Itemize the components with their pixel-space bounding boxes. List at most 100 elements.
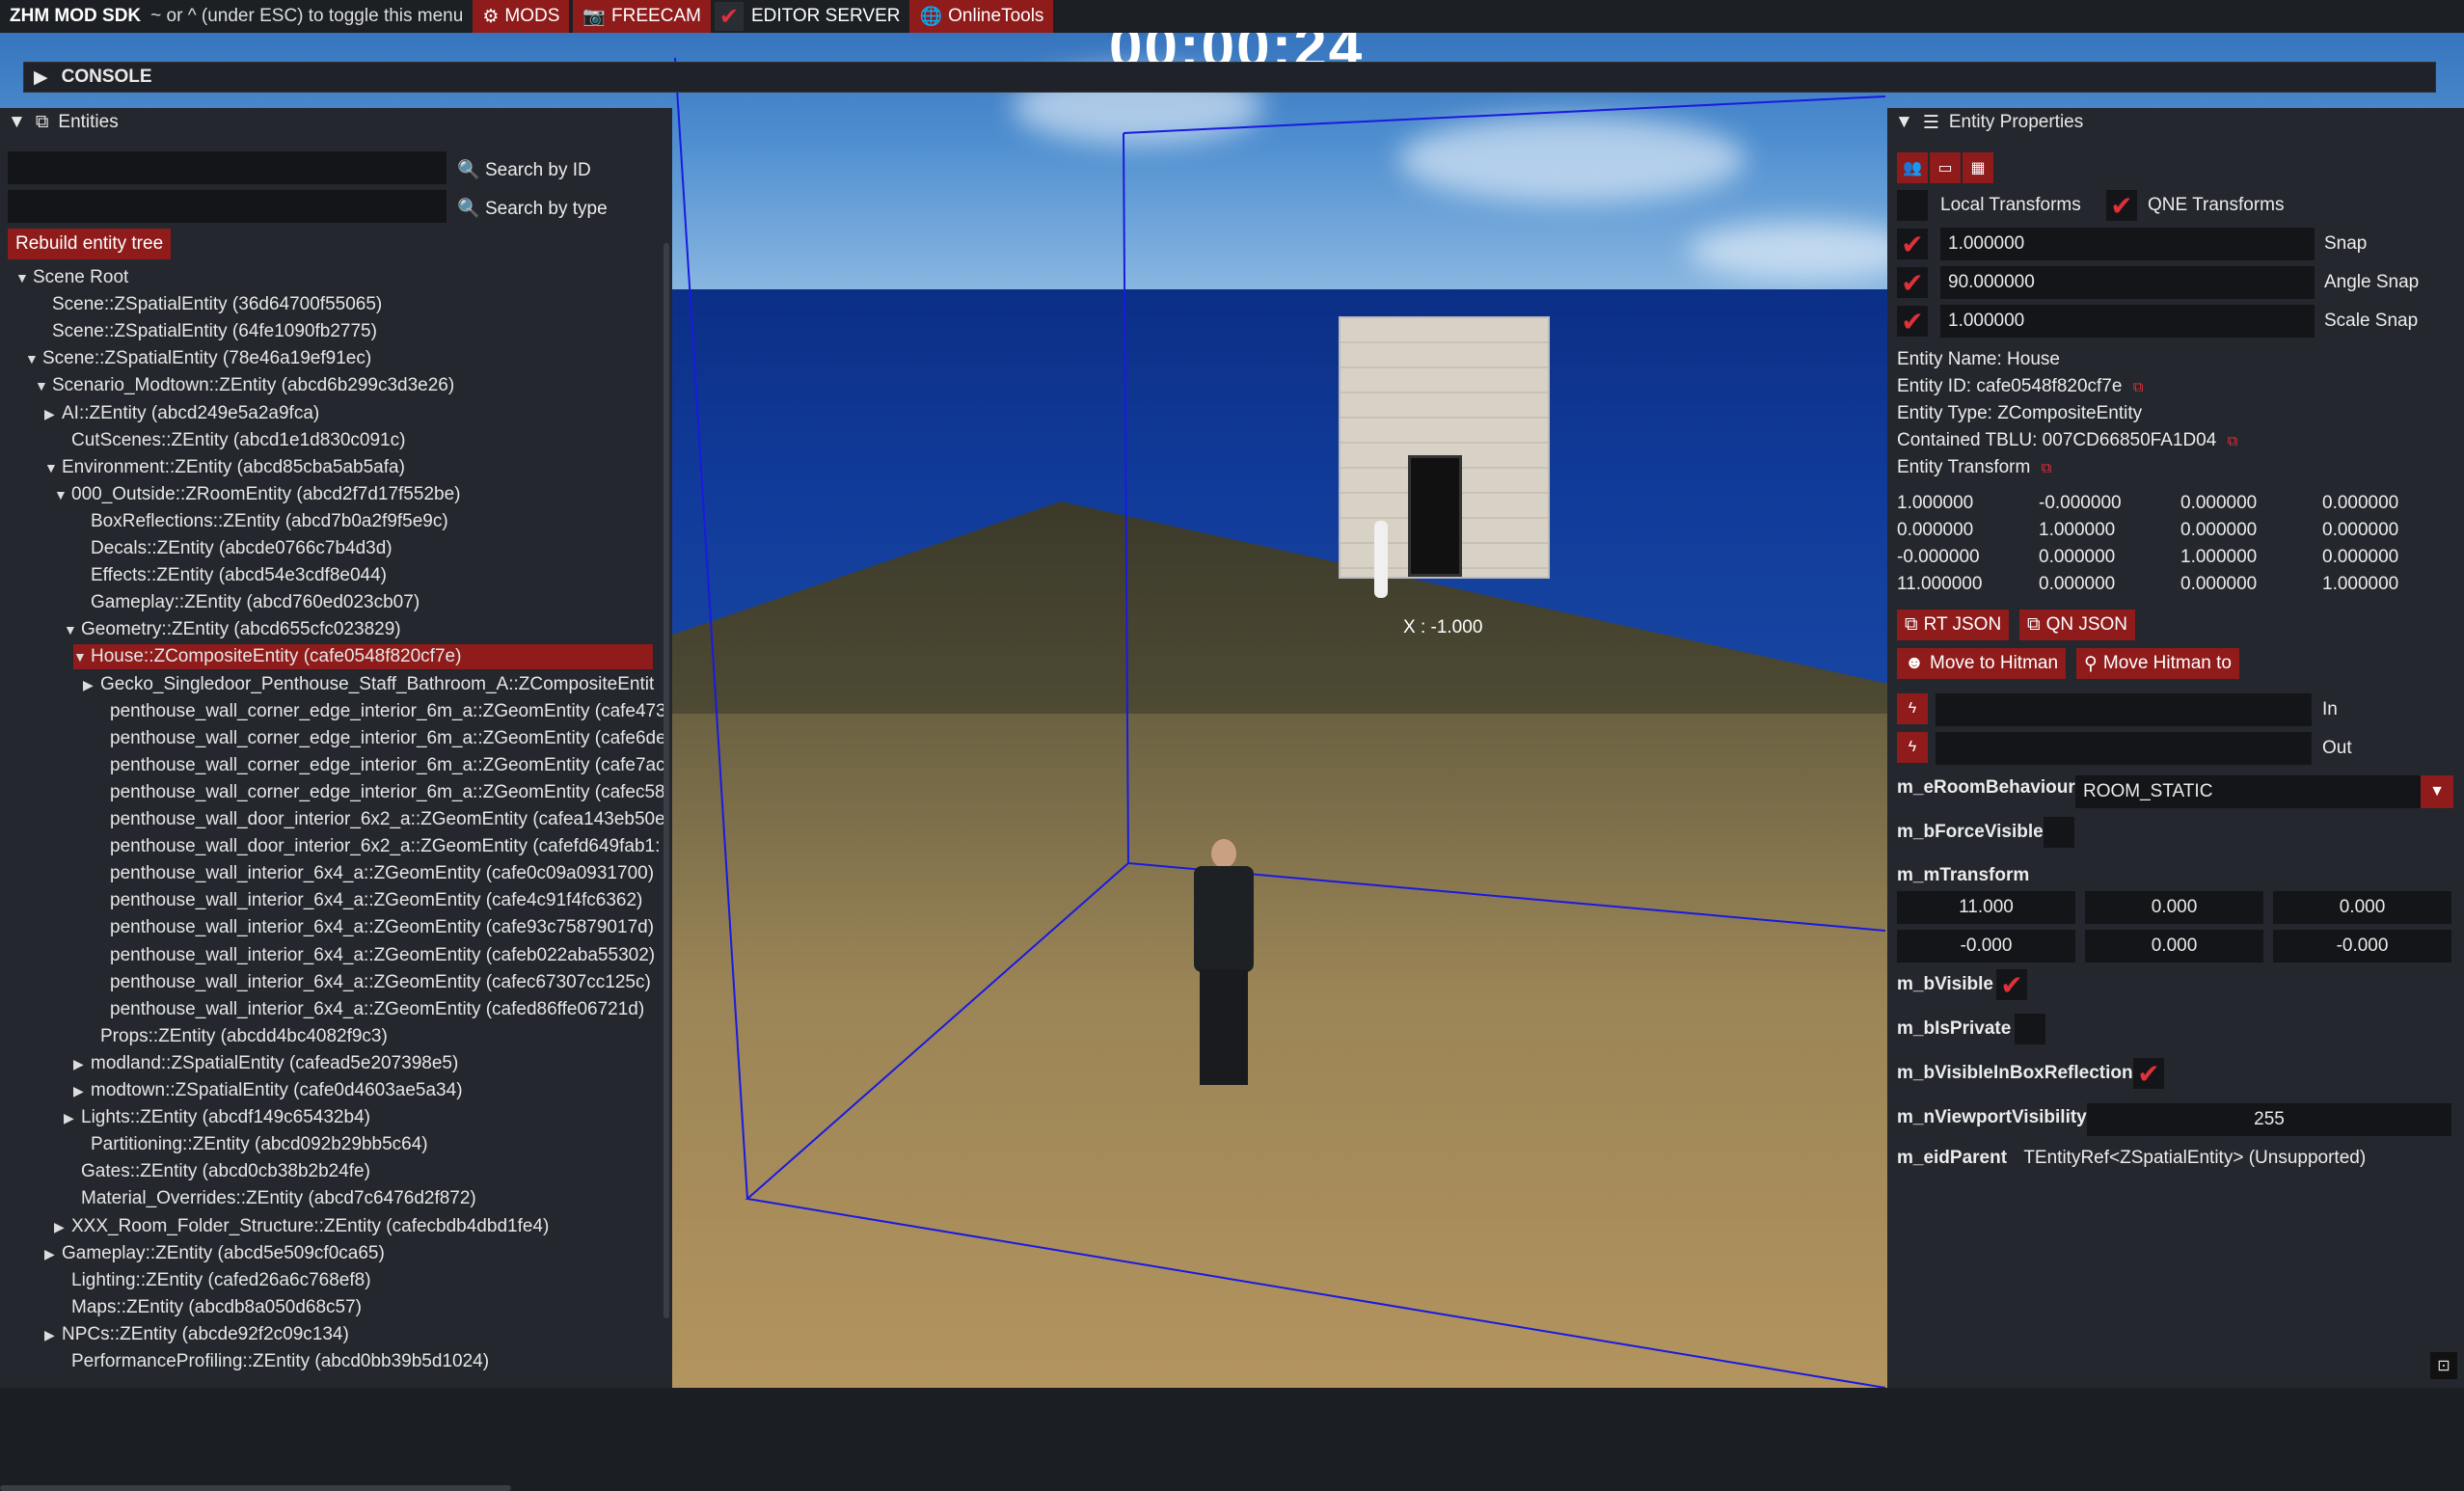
chevron-down-icon[interactable]: ▼ [2421, 775, 2453, 808]
tree-node[interactable]: Gates::ZEntity (abcd0cb38b2b24fe) [64, 1159, 370, 1184]
output-pin-field[interactable] [1936, 732, 2312, 765]
tree-node[interactable]: Material_Overrides::ZEntity (abcd7c6476d… [64, 1186, 476, 1211]
console-header[interactable]: ▶ CONSOLE [23, 62, 2436, 93]
input-pin-field[interactable] [1936, 693, 2312, 726]
tree-node[interactable]: CutScenes::ZEntity (abcd1e1d830c091c) [54, 428, 405, 453]
tree-node[interactable]: Props::ZEntity (abcdd4bc4082f9c3) [83, 1024, 388, 1049]
tree-node[interactable]: penthouse_wall_corner_edge_interior_6m_a… [93, 753, 665, 778]
tree-node[interactable]: ▼ Geometry::ZEntity (abcd655cfc023829) [64, 617, 401, 642]
checkmark-icon[interactable]: ✔ [714, 2, 744, 31]
angle-snap-checkbox[interactable]: ✔ [1897, 267, 1928, 298]
tree-node[interactable]: Scene::ZSpatialEntity (64fe1090fb2775) [35, 319, 377, 344]
tree-node[interactable]: ▶ Gameplay::ZEntity (abcd5e509cf0ca65) [44, 1241, 385, 1266]
transform-value-input[interactable]: 0.000 [2085, 891, 2263, 924]
tree-node[interactable]: ▶ AI::ZEntity (abcd249e5a2a9fca) [44, 401, 319, 426]
rt-json-button[interactable]: ⧉ RT JSON [1897, 610, 2010, 640]
tree-node[interactable]: Gameplay::ZEntity (abcd760ed023cb07) [73, 590, 420, 615]
tree-node[interactable]: Decals::ZEntity (abcde0766c7b4d3d) [73, 536, 393, 561]
expand-arrow-icon[interactable]: ▶ [73, 1078, 91, 1103]
is-private-checkbox[interactable] [2015, 1014, 2045, 1044]
tree-node[interactable]: ▶ Lights::ZEntity (abcdf149c65432b4) [64, 1105, 370, 1130]
expand-arrow-icon[interactable]: ▶ [44, 1241, 62, 1266]
force-visible-checkbox[interactable] [2044, 817, 2074, 848]
tree-node[interactable]: Scene::ZSpatialEntity (36d64700f55065) [35, 292, 382, 317]
tree-node[interactable]: PerformanceProfiling::ZEntity (abcd0bb39… [54, 1349, 489, 1374]
tree-node[interactable]: penthouse_wall_interior_6x4_a::ZGeomEnti… [93, 861, 654, 886]
tree-node-selected[interactable]: ▼ House::ZCompositeEntity (cafe0548f820cf… [73, 644, 653, 670]
tree-node[interactable]: ▼ Scenario_Modtown::ZEntity (abcd6b299c3d… [35, 373, 454, 398]
viewport-visibility-input[interactable]: 255 [2087, 1103, 2451, 1136]
room-behaviour-select[interactable]: ROOM_STATIC [2075, 775, 2434, 808]
tree-node[interactable]: ▼ Scene Root [15, 265, 128, 290]
tree-node[interactable]: penthouse_wall_corner_edge_interior_6m_a… [93, 726, 666, 751]
move-hitman-to-button[interactable]: ⚲ Move Hitman to [2076, 648, 2239, 679]
search-by-type-button[interactable]: 🔍 Search by type [457, 197, 608, 220]
collapse-arrow-icon[interactable]: ▼ [54, 482, 71, 507]
lightning-icon[interactable]: ϟ [1897, 693, 1928, 724]
expand-arrow-icon[interactable]: ▶ [34, 67, 48, 89]
collapse-arrow-icon[interactable]: ▼ [64, 617, 81, 642]
collapse-arrow-icon[interactable]: ▼ [1895, 112, 1913, 133]
expand-arrow-icon[interactable]: ▶ [64, 1105, 81, 1130]
transform-value-input[interactable]: -0.000 [1897, 930, 2075, 962]
freecam-button[interactable]: 📷 FREECAM [573, 0, 711, 33]
visible-checkbox[interactable]: ✔ [1996, 969, 2027, 1000]
tree-node[interactable]: Maps::ZEntity (abcdb8a050d68c57) [54, 1295, 362, 1320]
tree-node[interactable]: penthouse_wall_interior_6x4_a::ZGeomEnti… [93, 997, 644, 1022]
tree-vertical-scrollbar[interactable] [663, 243, 669, 1318]
transform-value-input[interactable]: 11.000 [1897, 891, 2075, 924]
video-icon[interactable]: ⊡ [2430, 1352, 2457, 1379]
search-type-input[interactable] [8, 190, 447, 223]
online-tools-button[interactable]: 🌐 OnlineTools [909, 0, 1054, 33]
qn-json-button[interactable]: ⧉ QN JSON [2019, 610, 2136, 640]
window-icon[interactable]: ▭ [1930, 152, 1961, 183]
transform-value-input[interactable]: 0.000 [2085, 930, 2263, 962]
search-id-input[interactable] [8, 151, 447, 184]
tree-node[interactable]: ▶ modtown::ZSpatialEntity (cafe0d4603ae5a… [73, 1078, 463, 1103]
tree-node[interactable]: ▶ XXX_Room_Folder_Structure::ZEntity (caf… [54, 1214, 549, 1239]
copy-icon[interactable]: ⧉ [2228, 433, 2238, 449]
collapse-arrow-icon[interactable]: ▼ [35, 373, 52, 398]
tree-node[interactable]: penthouse_wall_interior_6x4_a::ZGeomEnti… [93, 943, 655, 968]
tree-node[interactable]: ▼ 000_Outside::ZRoomEntity (abcd2f7d17f55… [54, 482, 460, 507]
tree-node[interactable]: Lighting::ZEntity (cafed26a6c768ef8) [54, 1268, 371, 1293]
copy-icon[interactable]: ⧉ [2133, 379, 2144, 395]
scale-snap-input[interactable]: 1.000000 [1940, 305, 2315, 338]
move-to-hitman-button[interactable]: ☻ Move to Hitman [1897, 648, 2067, 679]
tree-node[interactable]: ▶ Gecko_Singledoor_Penthouse_Staff_Bathro… [83, 672, 654, 697]
collapse-arrow-icon[interactable]: ▼ [44, 455, 62, 480]
lightning-icon[interactable]: ϟ [1897, 732, 1928, 763]
tree-node[interactable]: penthouse_wall_door_interior_6x2_a::ZGeo… [93, 834, 660, 859]
deselect-icon[interactable]: ▦ [1963, 152, 1993, 183]
transform-value-input[interactable]: -0.000 [2273, 930, 2451, 962]
tree-node[interactable]: penthouse_wall_corner_edge_interior_6m_a… [93, 780, 665, 805]
tree-node[interactable]: Partitioning::ZEntity (abcd092b29bb5c64) [73, 1132, 428, 1157]
select-entity-icon[interactable]: 👥 [1897, 152, 1928, 183]
tree-node[interactable]: Effects::ZEntity (abcd54e3cdf8e044) [73, 563, 387, 588]
expand-arrow-icon[interactable]: ▶ [54, 1214, 71, 1239]
scale-snap-checkbox[interactable]: ✔ [1897, 306, 1928, 337]
local-transforms-checkbox[interactable] [1897, 190, 1928, 221]
entities-panel-header[interactable]: ▼ ⧉ Entities [0, 108, 672, 137]
properties-panel-header[interactable]: ▼ ☰ Entity Properties [1887, 108, 2464, 137]
editor-server-toggle[interactable]: ✔ EDITOR SERVER [714, 0, 910, 33]
tree-node[interactable]: penthouse_wall_door_interior_6x2_a::ZGeo… [93, 807, 665, 832]
search-by-id-button[interactable]: 🔍 Search by ID [457, 158, 591, 181]
collapse-arrow-icon[interactable]: ▼ [15, 265, 33, 290]
expand-arrow-icon[interactable]: ▶ [44, 1322, 62, 1347]
transform-value-input[interactable]: 0.000 [2273, 891, 2451, 924]
mods-button[interactable]: ⚙ MODS [473, 0, 570, 33]
collapse-arrow-icon[interactable]: ▼ [25, 346, 42, 371]
tree-node[interactable]: ▶ modland::ZSpatialEntity (cafead5e207398… [73, 1051, 458, 1076]
tree-node[interactable]: BoxReflections::ZEntity (abcd7b0a2f9f5e9… [73, 509, 448, 534]
collapse-arrow-icon[interactable]: ▼ [8, 112, 26, 133]
snap-checkbox[interactable]: ✔ [1897, 229, 1928, 259]
angle-snap-input[interactable]: 90.000000 [1940, 266, 2315, 299]
expand-arrow-icon[interactable]: ▶ [44, 401, 62, 426]
collapse-arrow-icon[interactable]: ▼ [73, 644, 91, 669]
tree-node[interactable]: penthouse_wall_interior_6x4_a::ZGeomEnti… [93, 888, 642, 913]
tree-node[interactable]: ▶ NPCs::ZEntity (abcde92f2c09c134) [44, 1322, 349, 1347]
snap-input[interactable]: 1.000000 [1940, 228, 2315, 260]
copy-icon[interactable]: ⧉ [2042, 460, 2052, 476]
expand-arrow-icon[interactable]: ▶ [83, 672, 100, 697]
